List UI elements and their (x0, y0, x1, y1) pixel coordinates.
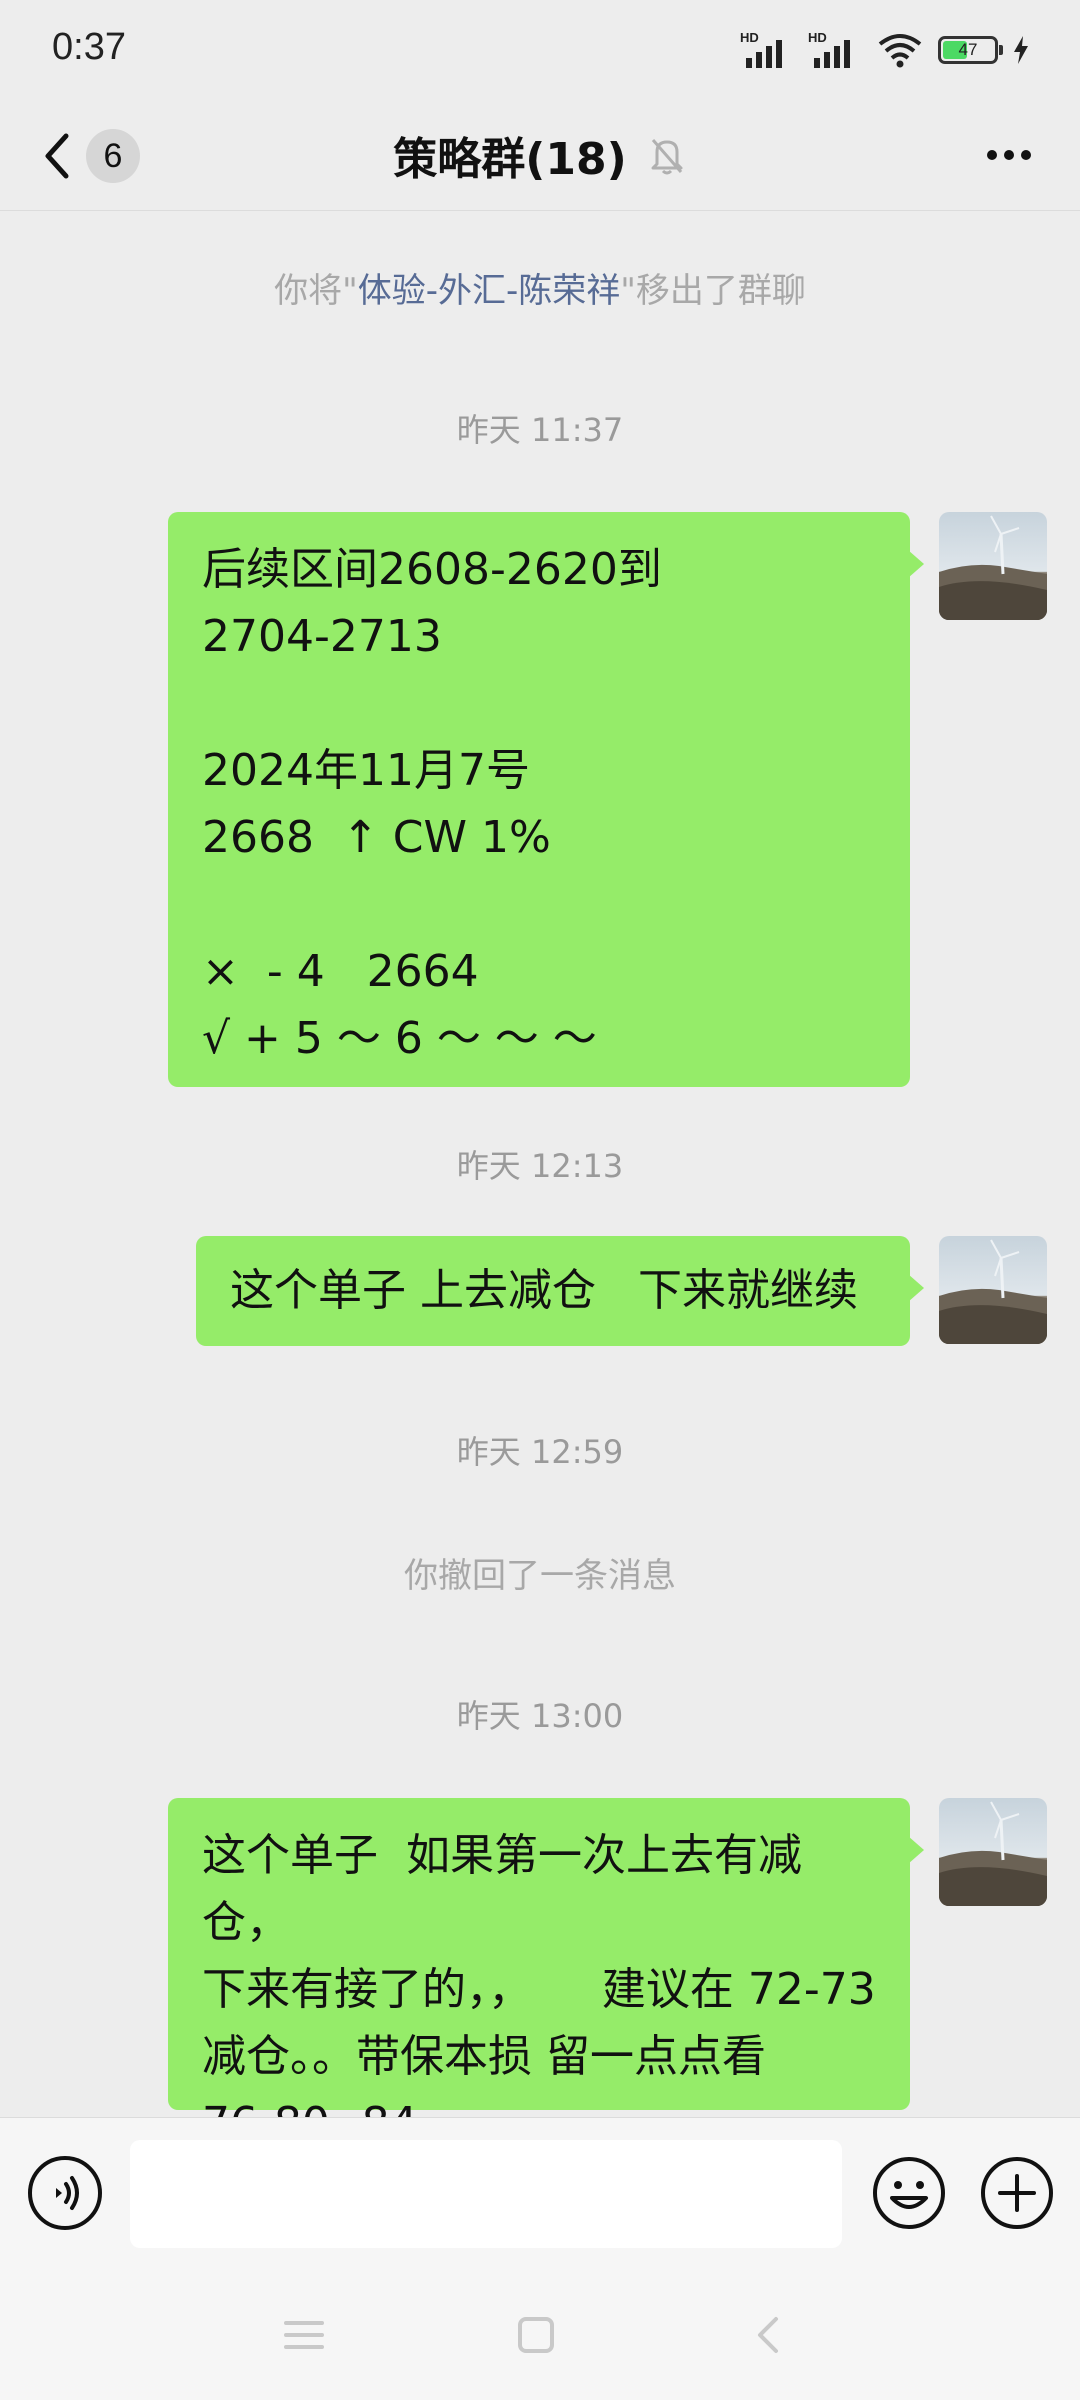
menu-button[interactable] (274, 2305, 334, 2365)
status-icons: HD HD 47 (740, 30, 1030, 70)
system-removed-prefix: 你将" (274, 271, 358, 311)
removed-member-name[interactable]: 体验-外汇-陈荣祥 (358, 271, 621, 311)
back-arrow-icon (758, 2317, 778, 2353)
message-input[interactable] (130, 2140, 842, 2248)
signal-hd-icon: HD (740, 30, 794, 70)
more-button[interactable] (974, 125, 1044, 185)
system-nav-bar (0, 2273, 1080, 2400)
charging-icon (1014, 36, 1028, 64)
avatar-windmill-image (939, 1239, 1047, 1344)
timestamp: 昨天 13:00 (456, 1697, 624, 1735)
chat-area[interactable]: 你将"体验-外汇-陈荣祥"移出了群聊 昨天 11:37 后续区间2608-262… (0, 211, 1080, 2117)
avatar[interactable] (939, 1798, 1047, 1906)
voice-icon (56, 2176, 79, 2210)
home-button[interactable] (506, 2305, 566, 2365)
chat-header: 6 策略群(18) (0, 100, 1080, 211)
status-time: 0:37 (52, 26, 126, 68)
timestamp: 昨天 12:13 (456, 1147, 624, 1185)
home-square-icon (518, 2317, 554, 2353)
voice-button[interactable] (28, 2156, 102, 2230)
message-bubble[interactable]: 这个单子 如果第一次上去有减仓， 下来有接了的，， 建议在 72-73 减仓。。… (168, 1798, 924, 2117)
plus-button[interactable] (978, 2154, 1056, 2232)
emoji-icon (873, 2157, 945, 2229)
wifi-icon (878, 34, 922, 68)
bell-muted-icon (651, 139, 683, 175)
plus-icon (981, 2157, 1053, 2229)
emoji-button[interactable] (870, 2154, 948, 2232)
system-removed-suffix: "移出了群聊 (620, 271, 806, 311)
menu-icon (284, 2321, 324, 2349)
nav-back-button[interactable] (738, 2305, 798, 2365)
battery-icon: 47 (938, 36, 1003, 64)
message-bubble[interactable]: 后续区间2608-2620到 2704-2713 2024年11月7号 2668… (168, 512, 924, 1087)
battery-level: 47 (958, 40, 978, 59)
timestamp: 昨天 11:37 (456, 411, 624, 449)
avatar-windmill-image (939, 1801, 1047, 1906)
status-bar: 0:37 HD HD 47 (0, 0, 1080, 100)
system-message-recall: 你撤回了一条消息 (404, 1556, 676, 1596)
avatar-windmill-image (939, 515, 1047, 620)
message-bubble[interactable]: 这个单子 上去减仓 下来就继续 (196, 1236, 924, 1346)
avatar[interactable] (939, 1236, 1047, 1344)
title-wrap: 策略群(18) (0, 100, 1080, 210)
avatar[interactable] (939, 512, 1047, 620)
timestamp: 昨天 12:59 (456, 1433, 624, 1471)
more-dots-icon (987, 150, 1031, 160)
system-message-removed: 你将"体验-外汇-陈荣祥"移出了群聊 (0, 263, 1080, 312)
chat-title[interactable]: 策略群(18) (393, 123, 626, 187)
input-bar (0, 2117, 1080, 2274)
signal-hd-icon: HD (808, 30, 862, 70)
